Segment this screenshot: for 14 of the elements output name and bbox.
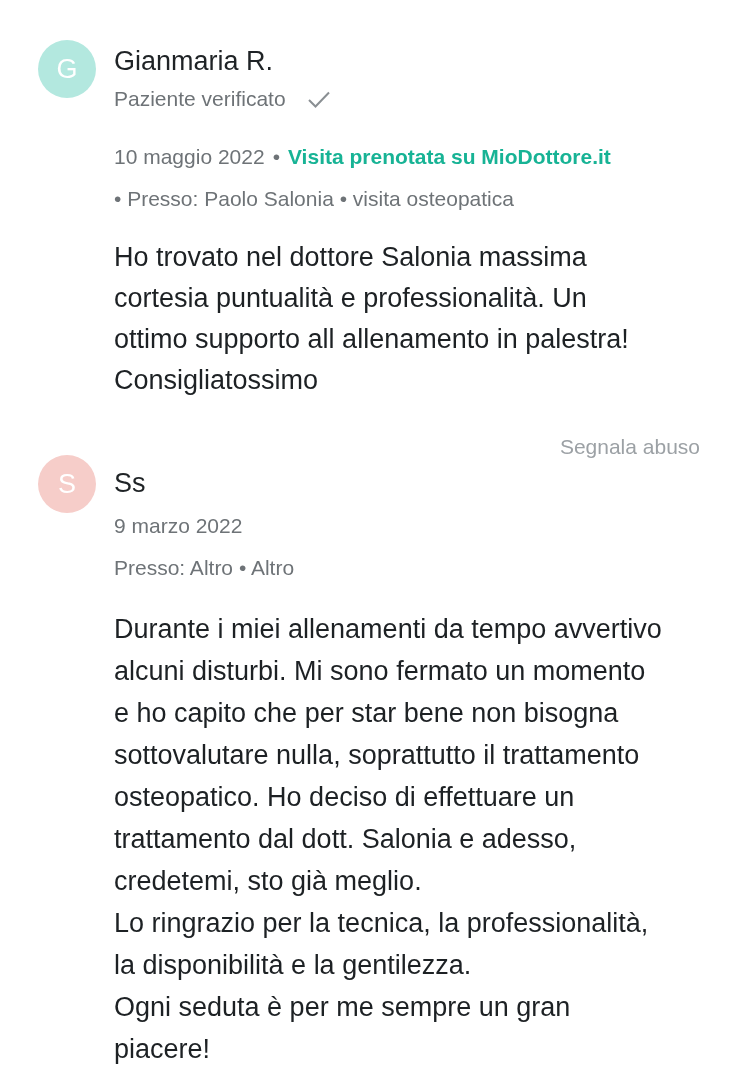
review-date: 10 maggio 2022 (114, 145, 265, 169)
avatar-letter: G (56, 52, 78, 86)
report-abuse-link[interactable]: Segnala abuso (559, 437, 700, 457)
review-text: Ho trovato nel dottore Salonia massima cortesia puntualità e professionalità. Un ottimo supporto all allenamento in palestra! Consigliatossimo (114, 241, 630, 397)
review-date: 9 marzo 2022 (114, 514, 243, 538)
review-text: Durante i miei allenamenti da tempo avvertivo alcuni disturbi. Mi sono fermato un momento e ho capito che per star bene non bisogna sottovalutare nulla, soprattutto il trattamento osteopatico. Ho deciso di effettuare un trattamento dal dott. Salonia e adesso, credetemi, sto già meglio. Lo ringrazio per la tecnica, la professionalità, la disponibilità e la gentilezza. Ogni seduta è per me sempre un gran piacere! (114, 613, 663, 1066)
checkmark-icon (307, 90, 330, 108)
author-name: Gianmaria R. (114, 46, 275, 76)
visit-details: Presso: Altro • Altro (114, 556, 296, 580)
separator: • (272, 145, 280, 169)
verified-label: Paziente verificato (114, 87, 286, 111)
visit-details: • Presso: Paolo Salonia • visita osteopatica (114, 187, 515, 211)
booking-link[interactable]: Visita prenotata su MioDottore.it (288, 145, 611, 169)
author-name: Ss (114, 468, 147, 498)
